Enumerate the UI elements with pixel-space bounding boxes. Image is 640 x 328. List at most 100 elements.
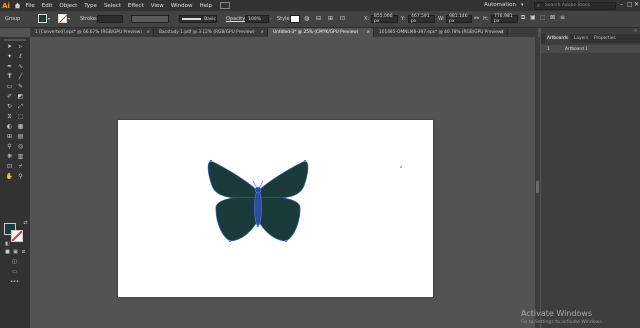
recolor-artwork-icon[interactable]: ◍ [304, 15, 309, 22]
type-tool-icon[interactable]: T [5, 73, 14, 80]
none-mode-icon[interactable]: ⧄ [19, 249, 28, 256]
lasso-tool-icon[interactable]: ℓ [16, 53, 25, 60]
align-left-icon[interactable]: ⊟ [316, 15, 321, 22]
stroke-color-box[interactable] [11, 230, 23, 242]
y-input[interactable]: 467.591 px [408, 14, 435, 24]
line-tool-icon[interactable]: ╱ [16, 73, 25, 80]
menu-edit[interactable]: Edit [38, 3, 56, 9]
magic-wand-tool-icon[interactable]: ✦ [5, 53, 14, 60]
shaper-tool-icon[interactable]: ✐ [5, 93, 14, 100]
symbol-sprayer-tool-icon[interactable]: ❋ [5, 153, 14, 160]
transform-icon[interactable]: ⧉ [521, 14, 525, 22]
artboard-tool-icon[interactable]: ⊡ [5, 163, 14, 170]
stroke-weight-input[interactable] [97, 15, 123, 23]
paintbrush-tool-icon[interactable]: ✎ [16, 83, 25, 90]
w-input[interactable]: 981.146 px [446, 14, 472, 24]
stroke-swatch[interactable] [58, 14, 67, 23]
panel-menu-icon[interactable]: ≡ [560, 14, 565, 21]
tab-document-3[interactable]: Untitled-3* @ 25% (CMYK/GPU Preview) × [268, 28, 374, 37]
edit-toolbar-icon[interactable]: ••• [10, 279, 19, 286]
align-center-icon[interactable]: ⊞ [328, 15, 333, 22]
perspective-grid-tool-icon[interactable]: ▦ [16, 123, 25, 130]
curvature-tool-icon[interactable]: ∿ [16, 63, 25, 70]
close-icon[interactable]: × [146, 30, 150, 35]
scale-tool-icon[interactable]: ⤢ [16, 103, 25, 110]
width-tool-icon[interactable]: ⧖ [5, 113, 14, 120]
maximize-icon[interactable]: □ [627, 1, 633, 8]
variable-width-profile[interactable] [131, 15, 169, 23]
chevron-down-icon[interactable]: ▾ [521, 2, 524, 8]
artboard[interactable] [118, 120, 433, 297]
close-icon[interactable]: × [260, 30, 264, 35]
rotate-tool-icon[interactable]: ↻ [5, 103, 14, 110]
opacity-label[interactable]: Opacity: [226, 16, 247, 22]
select-similar-icon[interactable]: ⊠ [550, 14, 555, 21]
close-icon[interactable]: × [366, 30, 370, 35]
slice-tool-icon[interactable]: ⌿ [16, 163, 25, 170]
graph-tool-icon[interactable]: ▥ [16, 153, 25, 160]
free-transform-tool-icon[interactable]: ⬚ [16, 113, 25, 120]
tab-properties[interactable]: Properties [594, 34, 616, 43]
menu-file[interactable]: File [22, 3, 38, 9]
eraser-tool-icon[interactable]: ◩ [16, 93, 25, 100]
rectangle-tool-icon[interactable]: ▭ [5, 83, 14, 90]
fill-swatch[interactable] [38, 14, 47, 23]
workspace-switcher[interactable]: Automation [484, 2, 516, 8]
reference-point-icon[interactable]: ⊡ [340, 15, 345, 22]
drawing-mode-icon[interactable]: ◫ [10, 259, 19, 266]
artboard-name[interactable]: Artboard 1 [565, 47, 588, 52]
stroke-label[interactable]: Stroke: [80, 16, 98, 22]
brush-definition[interactable]: Basic [179, 15, 217, 23]
hand-tool-icon[interactable]: ✋ [5, 173, 14, 180]
chevron-down-icon[interactable]: ▾ [68, 16, 70, 21]
isolate-group-icon[interactable]: ▣ [530, 14, 536, 21]
swap-colors-icon[interactable]: ⇄ [21, 220, 30, 227]
home-icon[interactable] [12, 0, 22, 11]
tab-document-4[interactable]: 101485-OMNLM8-397.eps* @ 40.78% (RGB/GPU… [374, 28, 508, 37]
chevron-down-icon[interactable]: ▾ [48, 16, 50, 21]
close-window-icon[interactable]: ✕ [634, 1, 639, 8]
constrain-proportions-icon[interactable]: ⚯ [474, 15, 479, 22]
menu-help[interactable]: Help [196, 3, 216, 9]
blend-tool-icon[interactable]: ◎ [16, 143, 25, 150]
shape-builder-tool-icon[interactable]: ◐ [5, 123, 14, 130]
h-input[interactable]: 776.981 px [491, 14, 518, 24]
tab-artboards[interactable]: Artboards [545, 34, 571, 43]
graphic-style-swatch[interactable] [290, 15, 300, 23]
artboard-row[interactable]: 1 Artboard 1 [541, 45, 640, 53]
menu-select[interactable]: Select [100, 3, 124, 9]
menu-window[interactable]: Window [167, 3, 196, 9]
activate-windows-subtitle: Go to Settings to activate Windows. [521, 320, 604, 325]
panel-grip[interactable] [4, 39, 26, 41]
chevron-right-icon[interactable]: › [270, 16, 272, 21]
selection-tool-icon[interactable]: ➤ [5, 43, 14, 50]
gradient-tool-icon[interactable]: ▤ [16, 133, 25, 140]
w-label: W: [438, 16, 445, 22]
butterfly-artwork[interactable] [118, 120, 433, 297]
menu-type[interactable]: Type [81, 3, 101, 9]
arrange-documents-icon[interactable] [219, 2, 230, 9]
menu-object[interactable]: Object [56, 3, 81, 9]
h-value: 776.981 px [494, 14, 513, 24]
menu-view[interactable]: View [147, 3, 167, 9]
menu-effect[interactable]: Effect [124, 3, 147, 9]
close-icon[interactable]: × [500, 30, 504, 35]
tab-document-2[interactable]: Bacstudy 1.pdf @ 3.12% (RGB/GPU Preview)… [154, 28, 268, 37]
zoom-tool-icon[interactable]: ⚲ [16, 173, 25, 180]
opacity-input[interactable]: 100% [245, 15, 269, 23]
tab-label: Untitled-3* @ 25% (CMYK/GPU Preview) [273, 30, 359, 35]
x-input[interactable]: 855.066 px [371, 14, 398, 24]
x-label: X: [364, 16, 370, 22]
envelope-distort-icon[interactable]: ⬚ [540, 14, 546, 21]
screen-mode-icon[interactable]: ▭ [10, 269, 19, 276]
search-stock-input[interactable]: ⌕ Search Adobe Stock [534, 1, 616, 10]
tab-document-1[interactable]: 1 [Converted].eps* @ 66.67% (RGB/GPU Pre… [30, 28, 154, 37]
default-colors-icon[interactable]: ◧ [3, 241, 12, 248]
pen-tool-icon[interactable]: ✒ [5, 63, 14, 70]
direct-selection-tool-icon[interactable]: ▹ [16, 43, 25, 50]
scrollbar-thumb[interactable] [536, 181, 539, 193]
eyedropper-tool-icon[interactable]: ⚲ [5, 143, 14, 150]
mesh-tool-icon[interactable]: ⊞ [5, 133, 14, 140]
tab-layers[interactable]: Layers [574, 34, 588, 43]
minimize-icon[interactable]: – [620, 1, 623, 8]
